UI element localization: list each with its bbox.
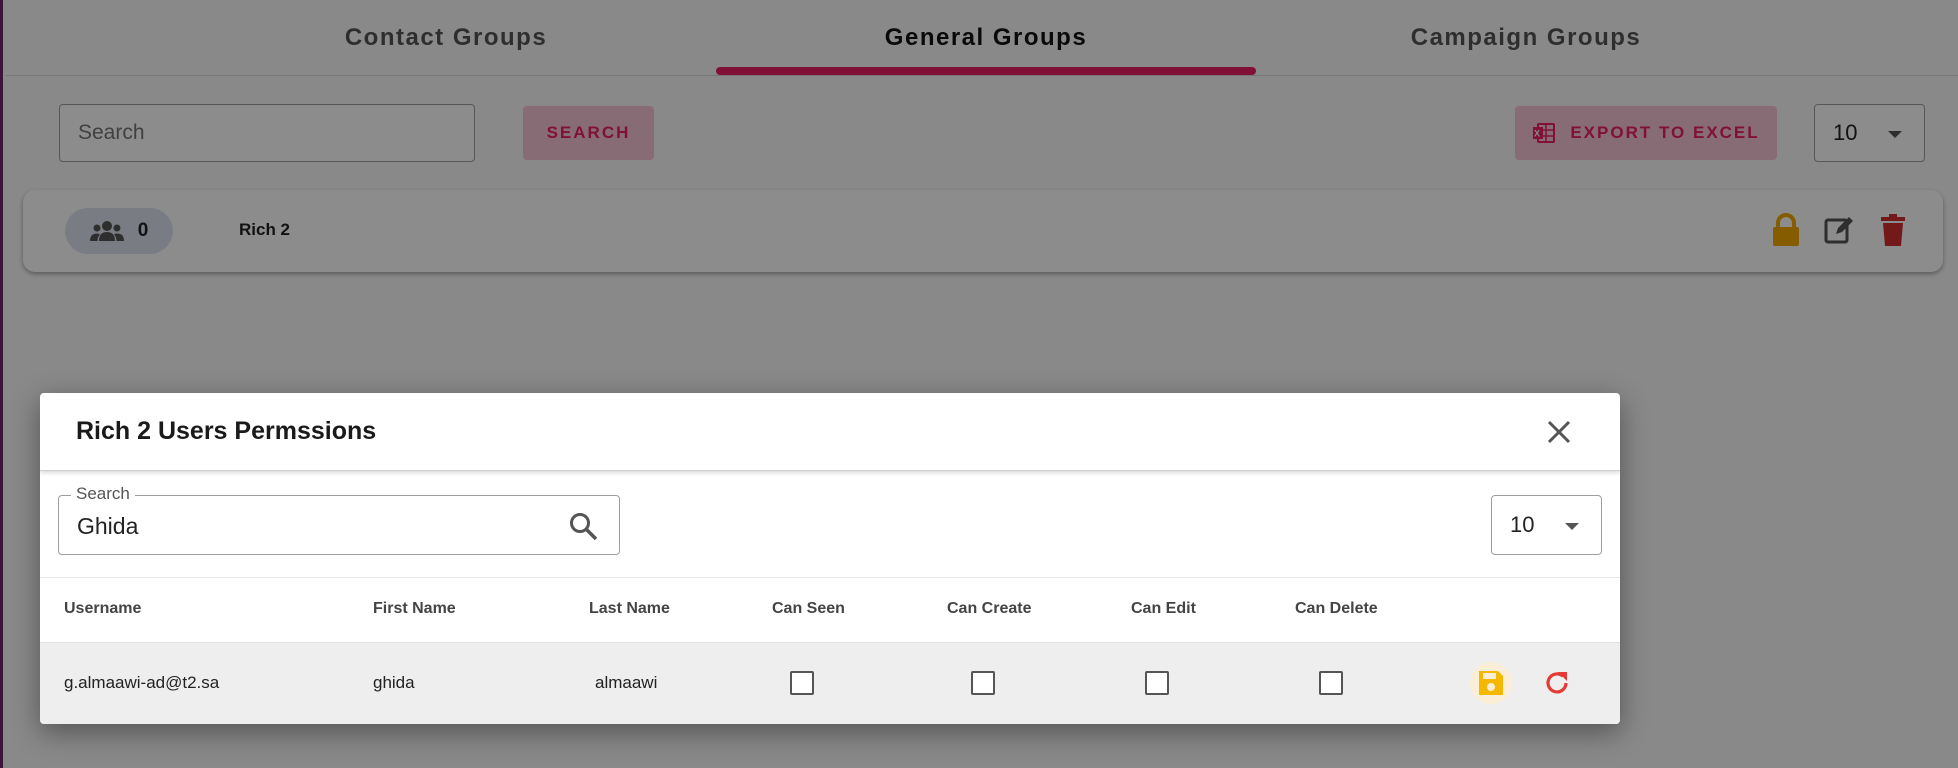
column-header-can-create: Can Create bbox=[947, 600, 1032, 617]
table-header: Username First Name Last Name Can Seen C… bbox=[40, 577, 1620, 643]
search-icon[interactable] bbox=[568, 511, 598, 541]
save-icon[interactable] bbox=[1470, 662, 1512, 704]
column-header-last-name: Last Name bbox=[589, 600, 670, 617]
can-delete-checkbox[interactable] bbox=[1319, 671, 1343, 695]
cell-first-name: ghida bbox=[373, 673, 415, 692]
column-header-can-edit: Can Edit bbox=[1131, 600, 1196, 617]
chevron-down-icon bbox=[1565, 523, 1579, 530]
user-search-input[interactable] bbox=[77, 511, 537, 541]
refresh-icon[interactable] bbox=[1536, 662, 1578, 704]
permissions-dialog: Rich 2 Users Permssions Search 10 Userna… bbox=[40, 393, 1620, 724]
can-create-checkbox[interactable] bbox=[971, 671, 995, 695]
column-header-username: Username bbox=[64, 600, 142, 617]
dialog-title: Rich 2 Users Permssions bbox=[76, 417, 377, 445]
can-seen-checkbox[interactable] bbox=[790, 671, 814, 695]
user-search-field: Search bbox=[58, 484, 620, 555]
column-header-first-name: First Name bbox=[373, 600, 456, 617]
search-field-label: Search bbox=[71, 484, 135, 504]
close-icon[interactable] bbox=[1540, 413, 1578, 451]
cell-last-name: almaawi bbox=[595, 673, 658, 692]
table-row: g.almaawi-ad@t2.sa ghida almaawi bbox=[40, 643, 1620, 724]
cell-username: g.almaawi-ad@t2.sa bbox=[64, 673, 220, 692]
column-header-can-delete: Can Delete bbox=[1295, 600, 1378, 617]
can-edit-checkbox[interactable] bbox=[1145, 671, 1169, 695]
column-header-can-seen: Can Seen bbox=[772, 600, 845, 617]
dialog-page-size-value: 10 bbox=[1510, 512, 1535, 537]
dialog-page-size-select[interactable]: 10 bbox=[1491, 495, 1602, 555]
dialog-header: Rich 2 Users Permssions bbox=[40, 393, 1620, 471]
